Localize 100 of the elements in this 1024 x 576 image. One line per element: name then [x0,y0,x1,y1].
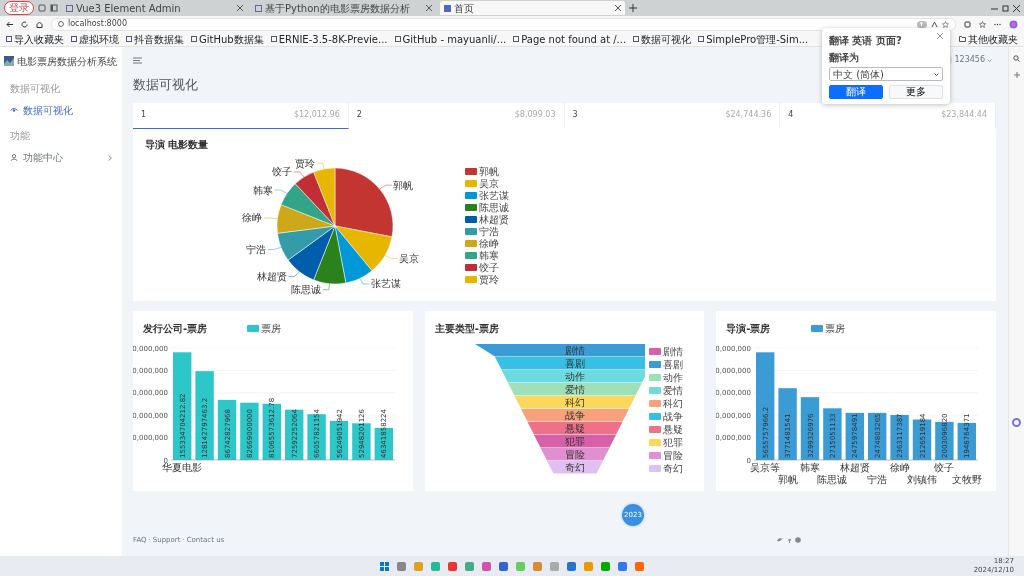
browser-tab[interactable]: 首页 [440,1,625,15]
bar[interactable] [285,409,304,460]
sidebar-item[interactable]: 数据可视化 [0,99,122,122]
funnel-segment[interactable] [533,434,616,447]
reload-icon[interactable] [21,20,28,28]
bookmark[interactable]: GitHub数据集 [191,31,264,47]
bar[interactable] [845,412,865,460]
legend-swatch[interactable] [465,263,477,271]
app-icon[interactable] [617,560,628,572]
app-icon[interactable] [498,560,509,572]
app-icon[interactable] [464,560,475,572]
legend-label[interactable]: 喜剧 [662,358,683,370]
translate-button[interactable]: 翻译 [829,85,883,99]
funnel-segment[interactable] [546,460,603,473]
legend-swatch[interactable] [648,347,661,355]
legend-label[interactable]: 陈思诚 [479,201,509,213]
menu-icon[interactable] [133,56,142,64]
legend-label[interactable]: 韩寒 [479,249,499,261]
user-name[interactable]: 123456 [954,54,985,66]
legend-swatch[interactable] [648,360,661,368]
legend-swatch[interactable] [648,438,661,446]
legend-label[interactable]: 徐峥 [479,237,499,249]
legend-swatch[interactable] [465,179,477,187]
legend-swatch[interactable] [810,324,823,332]
bar[interactable] [890,414,910,460]
legend-label[interactable]: 动作 [662,371,683,383]
legend-label[interactable]: 宁浩 [479,225,499,237]
legend-label[interactable]: 林超贤 [479,213,509,225]
translate-icon[interactable] [917,20,927,28]
bird-icon[interactable] [777,537,783,543]
bar[interactable] [756,351,775,460]
close-icon[interactable] [1013,4,1020,12]
star-icon[interactable] [942,20,949,28]
bookmark[interactable]: ERNIE-3.5-8K-Previe... [270,31,388,47]
funnel-segment[interactable] [514,395,636,408]
bookmark[interactable]: 虚拟环境 [71,31,119,47]
restore-icon[interactable] [1002,4,1009,12]
legend-label[interactable]: 奇幻 [662,462,683,474]
browser-tab[interactable]: 基于Python的电影票房数据分析 [251,1,436,15]
legend-label[interactable]: 吴京 [479,177,499,189]
back-icon[interactable] [6,20,13,28]
legend-swatch[interactable] [465,239,477,247]
app-icon[interactable] [600,560,611,572]
funnel-segment[interactable] [494,356,645,369]
facebook-icon[interactable] [787,537,791,543]
extensions-icon[interactable] [964,20,971,28]
copilot-icon[interactable] [1012,418,1021,427]
legend-swatch[interactable] [465,191,477,199]
workspaces-icon[interactable] [38,4,46,12]
legend-swatch[interactable] [648,399,661,407]
profile-button[interactable]: 登录 [4,1,34,15]
legend-label[interactable]: 科幻 [662,397,683,409]
address-bar[interactable]: localhost:8000 [51,17,956,31]
legend-label[interactable]: 悬疑 [662,423,683,435]
legend-label[interactable]: 票房 [261,322,282,334]
app-icon[interactable] [566,560,577,572]
bar[interactable] [217,399,237,460]
bar[interactable] [195,370,214,460]
app-icon[interactable] [396,560,407,572]
favorites-icon[interactable] [979,20,986,28]
app-icon[interactable] [634,560,645,572]
tab-actions-icon[interactable] [50,4,58,12]
app-icon[interactable] [447,560,458,572]
funnel-segment[interactable] [474,343,645,356]
funnel-segment[interactable] [501,369,645,382]
bar[interactable] [801,396,820,460]
github-icon[interactable] [795,537,801,543]
browser-tab[interactable]: Vue3 Element Admin [62,1,247,15]
legend-label[interactable]: 饺子 [479,261,499,273]
legend-swatch[interactable] [648,373,661,381]
start-icon[interactable] [379,560,390,572]
legend-label[interactable]: 票房 [824,322,845,334]
add-icon[interactable] [1013,72,1020,78]
legend-label[interactable]: 爱情 [662,384,683,396]
stat-tab[interactable]: 1 $12,012.96 [133,102,349,129]
caret-icon[interactable] [987,58,992,62]
legend-swatch[interactable] [465,251,477,259]
bar[interactable] [173,351,192,460]
legend-swatch[interactable] [465,227,477,235]
bookmark[interactable]: Page not found at /... [513,31,627,47]
stat-tab[interactable]: 2 $8,099.03 [348,102,565,129]
copilot-icon[interactable] [1009,19,1018,29]
bookmark[interactable]: 抖音数据集 [126,31,184,47]
home-icon[interactable] [36,20,43,28]
bookmark[interactable]: SimplePro管理-Sim... [698,31,809,47]
legend-swatch[interactable] [648,425,661,433]
legend-swatch[interactable] [648,451,661,459]
bookmark[interactable]: GitHub - mayuanli/... [394,31,507,47]
close-icon[interactable] [615,5,621,11]
app-icon[interactable] [481,560,492,572]
bookmark[interactable]: 导入收藏夹 [6,31,64,47]
language-select[interactable]: 中文 (简体) [829,67,943,81]
sidebar-item[interactable]: 功能中心 [0,146,122,169]
bar[interactable] [868,412,887,460]
bookmark-folder[interactable]: 其他收藏夹 [959,31,1018,47]
legend-swatch[interactable] [247,324,260,332]
legend-label[interactable]: 战争 [662,410,683,422]
funnel-segment[interactable] [520,408,629,421]
legend-swatch[interactable] [465,275,477,283]
legend-label[interactable]: 张艺谋 [479,189,509,201]
